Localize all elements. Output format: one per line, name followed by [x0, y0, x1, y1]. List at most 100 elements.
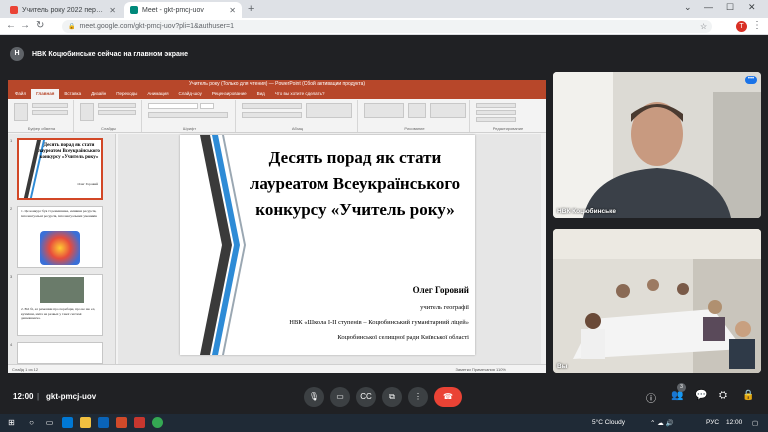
present-screen-icon[interactable]: ⧉ [382, 387, 402, 407]
notifications-icon[interactable]: ▢ [752, 419, 758, 427]
bookmark-star-icon[interactable]: ☆ [700, 22, 707, 31]
camera-icon[interactable]: ▭ [330, 387, 350, 407]
participant-tile-presenter[interactable]: ••• НВК Коцюбинське [553, 72, 761, 218]
microphone-icon[interactable]: 🎙 [304, 387, 324, 407]
minimize-icon[interactable]: — [704, 2, 713, 12]
new-tab-button[interactable]: + [248, 3, 254, 15]
slide-editing-area: Десять порад як стати лауреатом Всеукраї… [118, 134, 546, 364]
chrome-icon[interactable] [152, 417, 163, 428]
file-explorer-icon[interactable] [80, 417, 91, 428]
slide-thumbnail-3[interactable]: 2. Всі бі, ел ремешни про поребари, про … [17, 274, 103, 336]
keyboard-language[interactable]: РУС [706, 419, 719, 426]
start-icon[interactable]: ⊞ [6, 417, 17, 428]
edge-icon[interactable] [62, 417, 73, 428]
text-direction-buttons[interactable] [306, 103, 352, 118]
slide-thumbnail-2[interactable]: 1. Це конкурс був ті ремешника, емшини р… [17, 206, 103, 268]
close-tab-icon[interactable]: ✕ [109, 6, 116, 15]
maximize-icon[interactable]: ☐ [726, 2, 734, 13]
info-icon[interactable]: ⓘ [646, 390, 656, 405]
back-icon[interactable]: ← [6, 20, 16, 31]
ppt-tab-slideshow[interactable]: Слайд-шоу [174, 89, 207, 99]
host-controls-icon[interactable]: 🔒 [742, 390, 754, 401]
ppt-tab-home[interactable]: Главная [31, 89, 60, 99]
thumbnail-number: 4 [10, 342, 13, 347]
ribbon-group-label: Слайды [101, 126, 116, 131]
slide-thumbnail-4[interactable] [17, 342, 103, 364]
lock-icon: 🔒 [68, 24, 76, 30]
close-window-icon[interactable]: ✕ [748, 2, 756, 13]
find-icon[interactable] [476, 103, 516, 108]
layout-icon[interactable] [98, 103, 136, 108]
ppt-tab-view[interactable]: Вид [252, 89, 270, 99]
ppt-tab-design[interactable]: Дизайн [86, 89, 111, 99]
font-format-buttons[interactable] [148, 112, 228, 118]
presenter-banner: Н НВК Коцюбинське сейчас на главном экра… [0, 42, 768, 66]
ribbon-group-label: Редактирование [492, 126, 524, 131]
url-field[interactable]: 🔒 meet.google.com/gkt-pmcj-uov?pli=1&aut… [62, 20, 712, 33]
activities-icon[interactable]: ⛭ [719, 390, 727, 401]
gmail-favicon-icon [10, 6, 18, 14]
replace-icon[interactable] [476, 110, 516, 115]
ppt-tab-animation[interactable]: Анимация [142, 89, 173, 99]
browser-menu-icon[interactable]: ⋮ [752, 20, 762, 31]
slide-school: НВК «Школа I-II ступенів – Коцюбинський … [289, 319, 469, 326]
select-icon[interactable] [476, 117, 516, 122]
browser-tab-teacher[interactable]: Учитель року 2022 персонажі ✕ [4, 2, 122, 18]
new-slide-icon[interactable] [80, 103, 94, 121]
ribbon-group-label: Шрифт [182, 126, 197, 131]
browser-tab-title: Meet - gkt-pmcj-uov [142, 6, 204, 14]
paste-icon[interactable] [14, 103, 28, 121]
font-name-field[interactable] [148, 103, 198, 109]
tab-search-icon[interactable]: ⌄ [684, 2, 692, 13]
more-options-icon[interactable]: ••• [745, 76, 757, 84]
quick-styles-icon[interactable] [430, 103, 466, 118]
system-clock[interactable]: 12:00 [726, 419, 742, 426]
captions-icon[interactable]: CC [356, 387, 376, 407]
participants-count-badge: 3 [677, 383, 686, 392]
ppt-tab-transitions[interactable]: Переходы [111, 89, 142, 99]
slide-scrollbar[interactable] [541, 134, 546, 364]
search-icon[interactable]: ○ [26, 417, 37, 428]
shapes-gallery[interactable] [364, 103, 404, 118]
ppt-tab-insert[interactable]: Вставка [59, 89, 86, 99]
close-tab-icon[interactable]: ✕ [229, 6, 236, 15]
arrange-icon[interactable] [408, 103, 426, 118]
ppt-tab-file[interactable]: Файл [10, 89, 31, 99]
slide-thumbnail-1[interactable]: Десять порад як стати лауреатом Всеукраї… [17, 138, 103, 200]
forward-icon[interactable]: → [20, 20, 30, 31]
brain-image [40, 231, 80, 265]
ppt-tell-me[interactable]: Что вы хотите сделать? [270, 89, 330, 99]
participant-tile-self[interactable]: Вы [553, 229, 761, 373]
meet-control-bar: 12:00 | gkt-pmcj-uov 🎙 ▭ CC ⧉ ⋮ ☎ ⓘ 👥 💬 … [0, 384, 768, 410]
ribbon-group-drawing: Рисование [360, 100, 470, 132]
more-options-icon[interactable]: ⋮ [408, 387, 428, 407]
office-icon[interactable] [116, 417, 127, 428]
thumbnail-number: 3 [10, 274, 13, 279]
ribbon-group-slides: Слайды [76, 100, 142, 132]
thumbnail-title: Десять порад як стати лауреатом Всеукраї… [38, 143, 100, 160]
profile-avatar[interactable]: T [736, 21, 747, 32]
reset-icon[interactable] [98, 110, 136, 115]
slide-author: Олег Горовий [412, 285, 469, 295]
tray-icons[interactable]: ⌃ ☁ 🔊 [650, 419, 674, 427]
store-icon[interactable] [98, 417, 109, 428]
participant-name: НВК Коцюбинське [557, 208, 616, 215]
cut-icon[interactable] [32, 103, 68, 108]
copy-icon[interactable] [32, 110, 68, 115]
thumbnail-body: 1. Це конкурс був ті ремешника, емшини р… [21, 209, 97, 218]
weather-widget[interactable]: 5°C Cloudy [592, 419, 625, 426]
powerpoint-taskbar-icon[interactable] [134, 417, 145, 428]
list-buttons[interactable] [242, 103, 302, 109]
end-call-button[interactable]: ☎ [434, 387, 462, 407]
meeting-time: 12:00 [13, 392, 34, 401]
align-buttons[interactable] [242, 112, 302, 118]
shared-screen: Учитель року (Только для чтения) — Power… [8, 80, 546, 373]
ribbon-group-paragraph: Абзац [238, 100, 358, 132]
font-size-field[interactable] [200, 103, 214, 109]
participant-name: Вы [557, 363, 568, 370]
task-view-icon[interactable]: ▭ [44, 417, 55, 428]
chat-icon[interactable]: 💬 [695, 390, 707, 401]
ppt-tab-review[interactable]: Рецензирование [207, 89, 252, 99]
browser-tab-meet[interactable]: Meet - gkt-pmcj-uov ✕ [124, 2, 242, 18]
reload-icon[interactable]: ↻ [36, 20, 44, 31]
